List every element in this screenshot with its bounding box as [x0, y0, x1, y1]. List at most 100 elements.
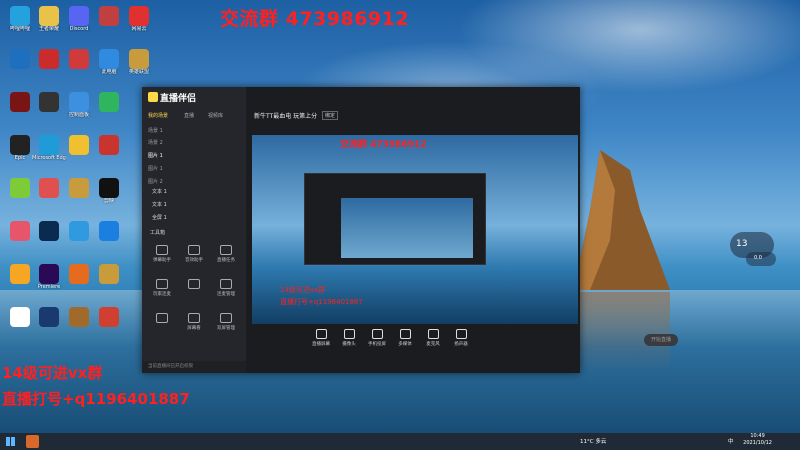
desktop-icon-image	[10, 307, 30, 327]
source-button-label: 扬声器	[454, 342, 468, 347]
tab-video-library[interactable]: 视频库	[208, 112, 223, 119]
status-text: 当前直播间已开启权限	[148, 364, 193, 369]
desktop-icon[interactable]	[92, 6, 126, 26]
desktop-icon-image	[99, 178, 119, 198]
mic-tool[interactable]: 玩家连麦	[148, 279, 176, 297]
mic-icon	[156, 279, 168, 289]
desktop-icon-label: 网易云	[131, 26, 147, 32]
danmaku-icon	[156, 245, 168, 255]
scene-item[interactable]: 图片 1	[148, 165, 163, 172]
source-item[interactable]: 文本 1	[152, 188, 167, 195]
weather-widget[interactable]: 11°C 多云	[580, 437, 606, 445]
desktop-icon-image	[69, 307, 89, 327]
sound-tool[interactable]: 音效助手	[180, 245, 208, 263]
desktop-icon[interactable]: 此电脑	[92, 49, 126, 75]
desktop-icon[interactable]	[92, 307, 126, 327]
desktop-icon-image	[10, 135, 30, 155]
tab-live[interactable]: 直播	[184, 112, 194, 119]
manage-tool[interactable]: 连麦管理	[212, 279, 240, 297]
windows-start-icon[interactable]	[6, 437, 15, 446]
scene-item[interactable]: 场景 2	[148, 139, 163, 146]
watermark-vx-group: 14级可进vx群	[2, 364, 103, 382]
desktop-icon[interactable]: 剪映	[92, 178, 126, 204]
desktop-icon-image	[99, 6, 119, 26]
taskbar-app-icon[interactable]	[26, 435, 39, 448]
desktop-icon-image	[39, 49, 59, 69]
toolbox-label: 工具箱	[150, 230, 166, 236]
desktop-icon[interactable]	[32, 221, 66, 241]
tool-label: 双屏管理	[217, 326, 235, 331]
source-button[interactable]: 直播屏幕	[306, 329, 336, 347]
desktop-icon[interactable]: 网易云	[122, 6, 156, 32]
desktop-icon[interactable]	[92, 221, 126, 241]
status-bar: 当前直播间已开启权限	[142, 361, 246, 373]
source-button-label: 直播屏幕	[312, 342, 330, 347]
desktop-icon[interactable]: 王者荣耀	[32, 6, 66, 32]
screen-tool[interactable]: 屏幕看	[180, 313, 208, 331]
clock-date: 2021/10/12	[743, 440, 772, 446]
share-tool[interactable]	[180, 279, 208, 291]
desktop-icon[interactable]	[62, 221, 96, 241]
stream-badge[interactable]: 绑定	[322, 111, 339, 120]
desktop-icon[interactable]: 英雄联盟	[122, 49, 156, 75]
dual-tool[interactable]: 双屏管理	[212, 313, 240, 331]
desktop-icon-image	[69, 178, 89, 198]
desktop-icon[interactable]	[62, 135, 96, 155]
desktop-icon-image	[39, 307, 59, 327]
desktop-icon-image	[99, 92, 119, 112]
desktop-icon[interactable]	[32, 92, 66, 112]
desktop-icon-image	[10, 6, 30, 26]
source-item[interactable]: 文本 1	[152, 201, 167, 208]
task-tool[interactable]: 直播任务	[212, 245, 240, 263]
scene-item[interactable]: 场景 1	[148, 127, 163, 134]
side-widget-secondary[interactable]: 0.0	[746, 252, 776, 266]
source-button[interactable]: 扬声器	[446, 329, 476, 347]
tool-label: 玩家连麦	[153, 292, 171, 297]
tab-my-scenes[interactable]: 我的场景	[148, 112, 168, 119]
source-button[interactable]: 多媒体	[390, 329, 420, 347]
desktop-icon-label: 剪映	[103, 198, 114, 204]
share-icon	[188, 279, 200, 289]
tool-label: 弹幕助手	[153, 258, 171, 263]
desktop-icon-label: 王者荣耀	[38, 26, 59, 32]
desktop-icon-label: 控制面板	[68, 112, 89, 118]
start-live-button[interactable]: 开始直播	[644, 334, 678, 346]
side-widget-level: 13	[736, 239, 748, 249]
desktop-icon[interactable]	[32, 307, 66, 327]
source-button-icon	[455, 329, 467, 339]
desktop-icon[interactable]	[62, 307, 96, 327]
tool-label: 屏幕看	[187, 326, 201, 331]
desktop-icon-label: Microsoft Edge	[32, 155, 66, 161]
desktop-icon-image	[69, 92, 89, 112]
desktop-icon-image	[69, 49, 89, 69]
desktop-icon-label: Premiere	[37, 284, 61, 290]
scene-item[interactable]: 图片 2	[148, 178, 163, 185]
desktop-icon[interactable]	[62, 264, 96, 284]
system-clock[interactable]: 10:49 2021/10/12	[743, 433, 772, 447]
desktop-icon[interactable]: 控制面板	[62, 92, 96, 118]
desktop-icon[interactable]	[32, 49, 66, 69]
desktop-icon-image	[69, 221, 89, 241]
desktop-icon[interactable]: Premiere	[32, 264, 66, 290]
source-button[interactable]: 麦克风	[418, 329, 448, 347]
desktop-icon[interactable]: Microsoft Edge	[32, 135, 66, 161]
source-item[interactable]: 全屏 1	[152, 214, 167, 221]
source-button[interactable]: 手机投屏	[362, 329, 392, 347]
sound-icon	[188, 245, 200, 255]
danmaku-tool[interactable]: 弹幕助手	[148, 245, 176, 263]
source-button-icon	[427, 329, 439, 339]
desktop-icon[interactable]	[92, 135, 126, 155]
desktop-icon[interactable]	[32, 178, 66, 198]
desktop-icon[interactable]	[92, 92, 126, 112]
gift-tool[interactable]	[148, 313, 176, 325]
source-button[interactable]: 摄像头	[334, 329, 364, 347]
stream-title[interactable]: 新牛TT最血电 玩第上分	[254, 111, 317, 120]
desktop-icon[interactable]	[62, 178, 96, 198]
ime-indicator[interactable]: 中	[728, 437, 734, 445]
desktop-icon[interactable]	[92, 264, 126, 284]
desktop-icon-image	[10, 49, 30, 69]
desktop-icon-image	[39, 264, 59, 284]
desktop-icon[interactable]: Discord	[62, 6, 96, 32]
scene-item-active[interactable]: 图片 1	[148, 152, 163, 159]
desktop-icon[interactable]	[62, 49, 96, 69]
